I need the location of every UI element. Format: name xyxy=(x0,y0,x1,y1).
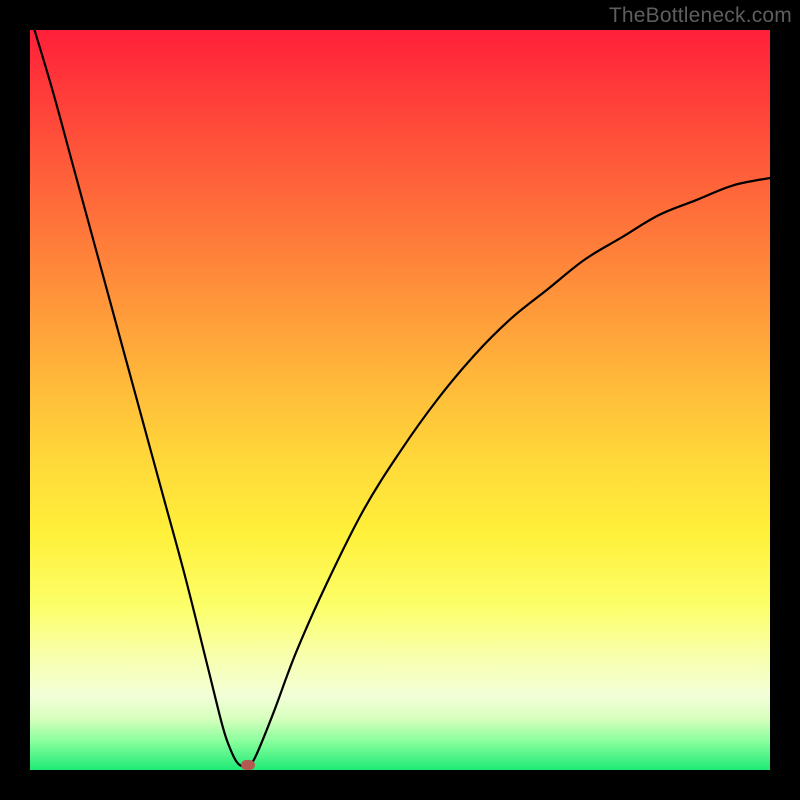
watermark-label: TheBottleneck.com xyxy=(609,4,792,28)
plot-area xyxy=(30,30,770,770)
optimum-marker xyxy=(241,760,255,770)
curve-svg xyxy=(30,30,770,770)
bottleneck-curve xyxy=(30,30,770,766)
chart-frame: TheBottleneck.com xyxy=(0,0,800,800)
